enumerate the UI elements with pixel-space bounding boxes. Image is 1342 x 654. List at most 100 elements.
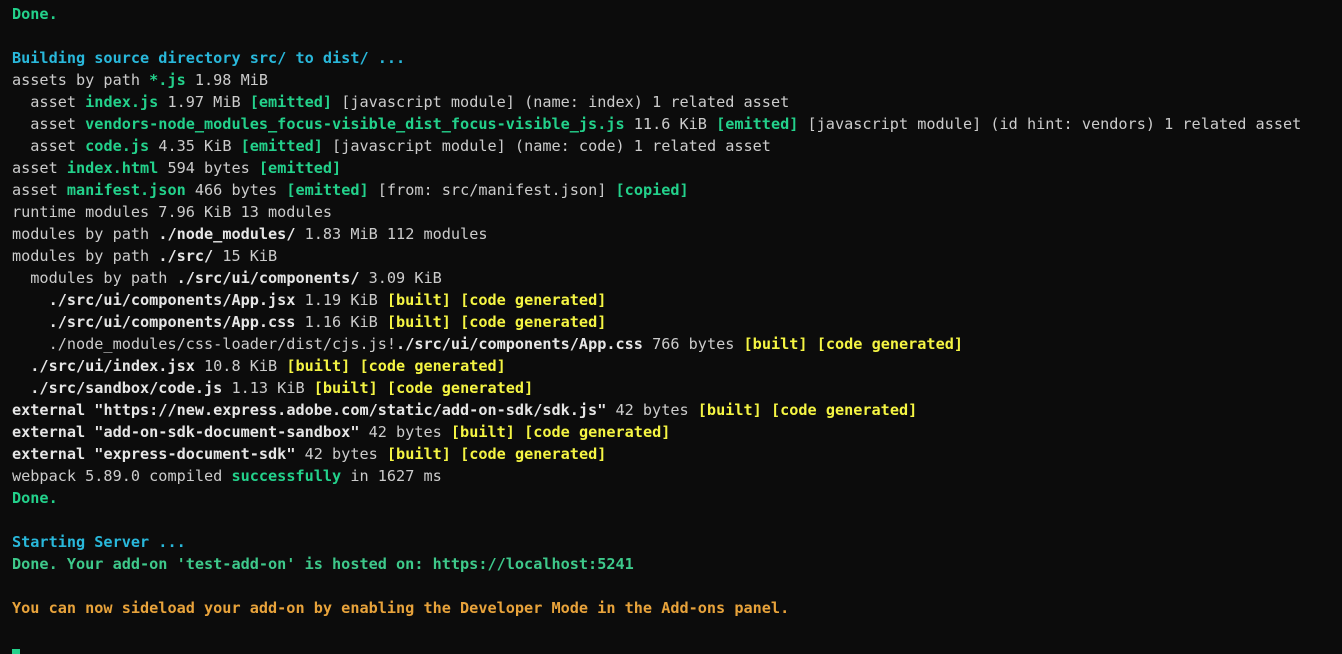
- terminal-text-segment: "add-on-sdk-document-sandbox": [94, 423, 360, 441]
- terminal-text-segment: code.js: [85, 137, 150, 155]
- terminal-text-segment: 1.98 MiB: [185, 71, 269, 89]
- terminal-line: asset index.html 594 bytes [emitted]: [12, 157, 1342, 179]
- terminal-text-segment: 42 bytes: [295, 445, 387, 463]
- terminal-line: Done.: [12, 487, 1342, 509]
- terminal-text-segment: 42 bytes: [606, 401, 698, 419]
- terminal-text-segment: [code generated]: [524, 423, 671, 441]
- terminal-text-segment: modules by path: [12, 225, 159, 243]
- terminal-text-segment: ./src/ui/components/App.jsx: [12, 291, 296, 309]
- terminal-text-segment: manifest.json: [66, 181, 186, 199]
- terminal-text-segment: ./node_modules/: [158, 225, 296, 243]
- terminal-text-segment: [from: src/manifest.json]: [368, 181, 616, 199]
- terminal-text-segment: [emitted]: [249, 93, 333, 111]
- terminal-text-segment: runtime modules 7.96 KiB 13 modules: [12, 203, 333, 221]
- terminal-text-segment: [emitted]: [716, 115, 799, 133]
- terminal-text-segment: vendors-node_modules_focus-visible_dist_…: [85, 115, 625, 133]
- terminal-text-segment: You can now sideload your add-on by enab…: [12, 599, 790, 617]
- terminal-text-segment: 3.09 KiB: [359, 269, 442, 287]
- terminal-text-segment: modules by path: [12, 247, 159, 265]
- terminal-text-segment: [built]: [313, 379, 378, 397]
- terminal-text-segment: asset: [12, 181, 67, 199]
- terminal-text-segment: [code generated]: [460, 445, 607, 463]
- terminal-text-segment: 1.16 KiB: [295, 313, 387, 331]
- terminal-text-segment: successfully: [231, 467, 342, 485]
- terminal-text-segment: [emitted]: [286, 181, 369, 199]
- terminal-text-segment: ./src/ui/components/App.css: [12, 313, 296, 331]
- terminal-text-segment: [javascript module] (name: index) 1 rela…: [332, 93, 790, 111]
- terminal-text-segment: Done.: [12, 5, 58, 23]
- terminal-text-segment: Done. Your add-on 'test-add-on' is hoste…: [12, 555, 634, 573]
- terminal-text-segment: [emitted]: [258, 159, 342, 177]
- terminal-text-segment: Done.: [12, 489, 58, 507]
- terminal-text-segment: [built]: [450, 423, 515, 441]
- terminal-text-segment: ./node_modules/css-loader/dist/cjs.js!: [12, 335, 397, 353]
- terminal-text-segment: Starting Server ...: [12, 533, 186, 551]
- terminal-line: ./src/ui/index.jsx 10.8 KiB [built] [cod…: [12, 355, 1342, 377]
- terminal-text-segment: asset: [12, 93, 86, 111]
- terminal-text-segment: [code generated]: [816, 335, 964, 353]
- terminal-text-segment: external: [12, 423, 95, 441]
- terminal-line: ./src/ui/components/App.css 1.16 KiB [bu…: [12, 311, 1342, 333]
- terminal-text-segment: in 1627 ms: [341, 467, 442, 485]
- terminal-text-segment: external: [12, 401, 95, 419]
- terminal-line: You can now sideload your add-on by enab…: [12, 597, 1342, 619]
- terminal-text-segment: 1.19 KiB: [295, 291, 387, 309]
- terminal-text-segment: ./src/ui/components/: [176, 269, 360, 287]
- terminal-text-segment: 15 KiB: [213, 247, 278, 265]
- terminal-text-segment: [code generated]: [359, 357, 506, 375]
- terminal-text-segment: Building source directory src/ to dist/ …: [12, 49, 406, 67]
- terminal-line: asset vendors-node_modules_focus-visible…: [12, 113, 1342, 135]
- terminal-text-segment: [javascript module] (name: code) 1 relat…: [322, 137, 771, 155]
- terminal-line: Starting Server ...: [12, 531, 1342, 553]
- terminal-text-segment: [built]: [386, 313, 451, 331]
- terminal-text-segment: [copied]: [615, 181, 689, 199]
- terminal-text-segment: index.js: [85, 93, 159, 111]
- terminal-text-segment: webpack 5.89.0 compiled: [12, 467, 232, 485]
- terminal-output[interactable]: Done. Building source directory src/ to d…: [12, 3, 1342, 619]
- terminal-text-segment: asset: [12, 137, 86, 155]
- terminal-text-segment: ./src/ui/index.jsx: [12, 357, 195, 375]
- terminal-text-segment: [code generated]: [460, 291, 607, 309]
- terminal-text-segment: modules by path: [12, 269, 177, 287]
- terminal-line: asset manifest.json 466 bytes [emitted] …: [12, 179, 1342, 201]
- terminal-text-segment: [javascript module] (id hint: vendors) 1…: [798, 115, 1302, 133]
- terminal-text-segment: [built]: [386, 291, 451, 309]
- terminal-text-segment: 11.6 KiB: [624, 115, 717, 133]
- terminal-text-segment: [built]: [697, 401, 762, 419]
- terminal-text-segment: *.js: [149, 71, 186, 89]
- terminal-line: ./src/ui/components/App.jsx 1.19 KiB [bu…: [12, 289, 1342, 311]
- terminal-text-segment: [emitted]: [240, 137, 323, 155]
- terminal-line: modules by path ./src/ui/components/ 3.0…: [12, 267, 1342, 289]
- terminal-cursor: [12, 636, 20, 654]
- terminal-text-segment: "express-document-sdk": [94, 445, 296, 463]
- cursor-block-icon: [12, 649, 20, 654]
- terminal-text-segment: 466 bytes: [185, 181, 287, 199]
- terminal-text-segment: 1.13 KiB: [222, 379, 314, 397]
- terminal-line: external "https://new.express.adobe.com/…: [12, 399, 1342, 421]
- terminal-line: external "express-document-sdk" 42 bytes…: [12, 443, 1342, 465]
- terminal-text-segment: 10.8 KiB: [194, 357, 287, 375]
- terminal-line: modules by path ./node_modules/ 1.83 MiB…: [12, 223, 1342, 245]
- terminal-text-segment: 766 bytes: [642, 335, 744, 353]
- terminal-text-segment: ./src/sandbox/code.js: [12, 379, 223, 397]
- terminal-text-segment: external: [12, 445, 95, 463]
- terminal-line: Done. Your add-on 'test-add-on' is hoste…: [12, 553, 1342, 575]
- terminal-line: assets by path *.js 1.98 MiB: [12, 69, 1342, 91]
- terminal-text-segment: ./src/ui/components/App.css: [396, 335, 643, 353]
- terminal-text-segment: [code generated]: [460, 313, 607, 331]
- terminal-line: runtime modules 7.96 KiB 13 modules: [12, 201, 1342, 223]
- terminal-text-segment: index.html: [66, 159, 159, 177]
- terminal-line: webpack 5.89.0 compiled successfully in …: [12, 465, 1342, 487]
- terminal-line: external "add-on-sdk-document-sandbox" 4…: [12, 421, 1342, 443]
- terminal-text-segment: 594 bytes: [158, 159, 259, 177]
- terminal-line: Done.: [12, 3, 1342, 25]
- terminal-line: asset index.js 1.97 MiB [emitted] [javas…: [12, 91, 1342, 113]
- terminal-line: Building source directory src/ to dist/ …: [12, 47, 1342, 69]
